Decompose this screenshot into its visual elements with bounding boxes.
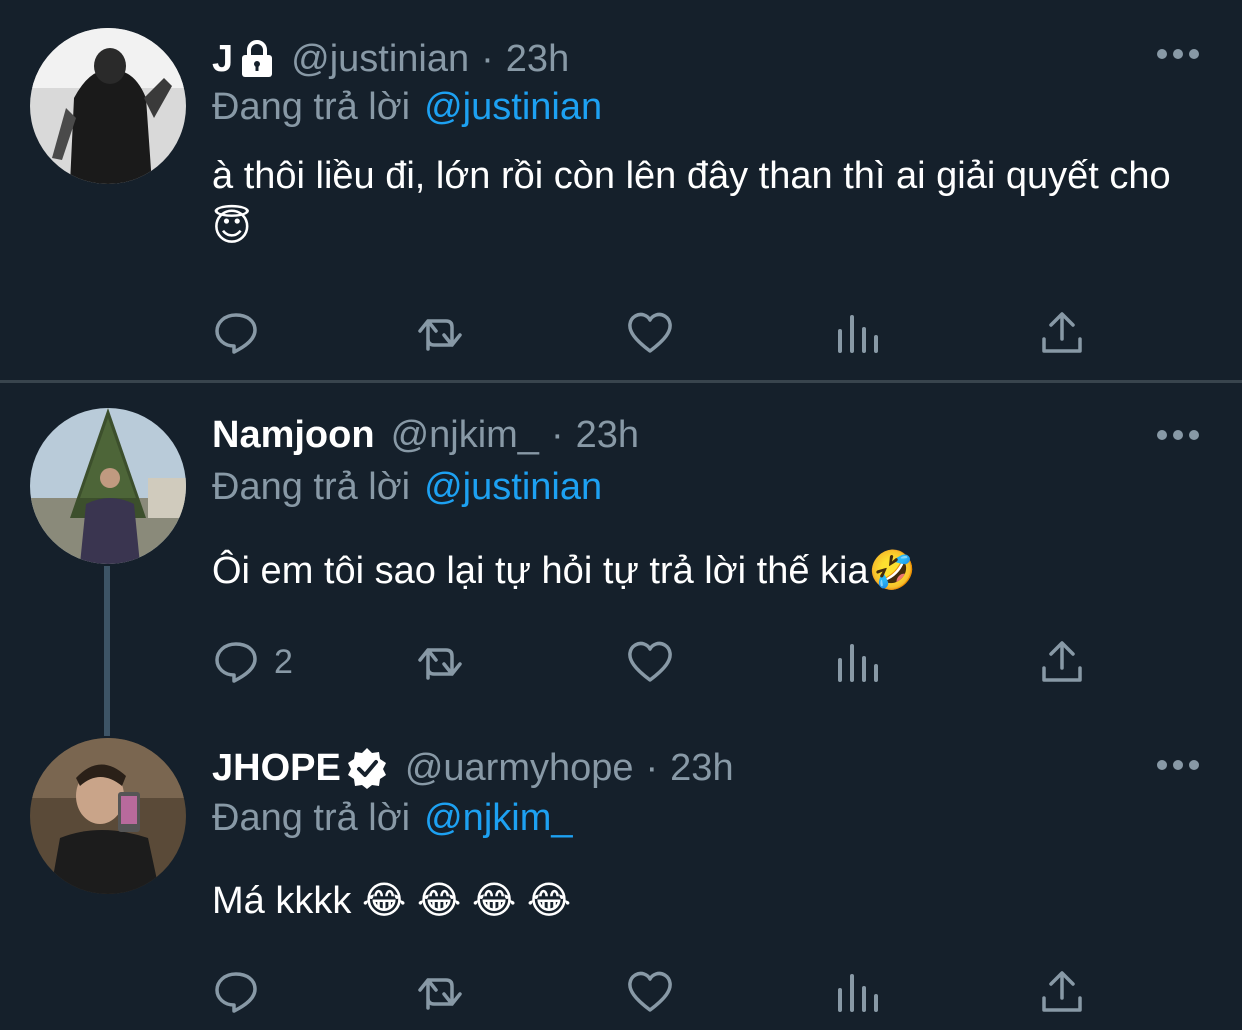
replying-to: Đang trả lời @njkim_ — [212, 795, 573, 841]
reply-mention[interactable]: @justinian — [424, 86, 602, 128]
reply-button[interactable]: 2 — [212, 637, 293, 687]
tweet-njkim[interactable]: Namjoon @njkim_ · 23h Đang trả lời @justi… — [0, 383, 1242, 736]
like-icon — [628, 641, 672, 682]
reply-icon — [215, 313, 257, 354]
like-button[interactable] — [626, 967, 674, 1017]
analytics-icon — [838, 644, 878, 682]
timestamp[interactable]: 23h — [670, 745, 733, 791]
like-icon — [628, 312, 672, 353]
tweet-text: Má kkkk 😂 😂 😂 😂 — [212, 880, 572, 922]
timestamp[interactable]: 23h — [506, 36, 569, 82]
reply-count: 2 — [274, 642, 293, 681]
replying-label: Đang trả lời — [212, 797, 411, 839]
analytics-icon — [838, 315, 878, 353]
analytics-button[interactable] — [834, 967, 882, 1017]
like-icon — [628, 971, 672, 1012]
like-button[interactable] — [626, 637, 674, 687]
retweet-button[interactable] — [416, 637, 464, 687]
tweet-feed: J @justinian · 23h Đang trả lời @justinia… — [0, 0, 1242, 1030]
share-icon — [1042, 312, 1082, 353]
replying-label: Đang trả lời — [212, 466, 411, 508]
share-button[interactable] — [1038, 308, 1086, 358]
like-button[interactable] — [626, 308, 674, 358]
replying-to: Đang trả lời @justinian — [212, 84, 602, 130]
avatar[interactable] — [30, 408, 186, 564]
analytics-button[interactable] — [834, 637, 882, 687]
retweet-icon — [418, 319, 462, 351]
action-bar: 2 — [212, 637, 1092, 687]
reply-button[interactable] — [212, 308, 274, 358]
avatar[interactable] — [30, 738, 186, 894]
reply-icon — [215, 642, 257, 683]
display-name[interactable]: JHOPE — [212, 745, 341, 791]
share-icon — [1042, 971, 1082, 1012]
lock-icon — [239, 39, 275, 79]
share-icon — [1042, 641, 1082, 682]
tweet-text: à thôi liều đi, lớn rồi còn lên đây than… — [212, 155, 1171, 249]
retweet-button[interactable] — [416, 308, 464, 358]
avatar[interactable] — [30, 28, 186, 184]
replying-label: Đang trả lời — [212, 86, 411, 128]
analytics-icon — [838, 974, 878, 1012]
user-handle[interactable]: @justinian — [291, 36, 469, 82]
timestamp[interactable]: 23h — [576, 412, 639, 458]
tweet-justinian[interactable]: J @justinian · 23h Đang trả lời @justinia… — [0, 0, 1242, 380]
tweet-text: Ôi em tôi sao lại tự hỏi tự trả lời thế … — [212, 550, 916, 592]
share-button[interactable] — [1038, 637, 1086, 687]
share-button[interactable] — [1038, 967, 1086, 1017]
thread-line — [104, 566, 110, 736]
separator-dot: · — [481, 38, 494, 80]
tweet-uarmyhope[interactable]: JHOPE @uarmyhope · 23h Đang trả lời @njki… — [0, 713, 1242, 1030]
user-handle[interactable]: @uarmyhope — [405, 745, 634, 791]
display-name[interactable]: Namjoon — [212, 412, 375, 458]
replying-to: Đang trả lời @justinian — [212, 464, 602, 510]
retweet-button[interactable] — [416, 967, 464, 1017]
retweet-icon — [418, 978, 462, 1010]
separator-dot: · — [645, 747, 659, 789]
verified-badge-icon — [345, 746, 389, 790]
user-handle[interactable]: @njkim_ — [391, 412, 539, 458]
separator-dot: · — [550, 414, 564, 456]
analytics-button[interactable] — [834, 308, 882, 358]
display-name[interactable]: J — [212, 36, 233, 82]
reply-mention[interactable]: @justinian — [424, 466, 602, 508]
more-icon[interactable] — [1156, 755, 1200, 775]
reply-icon — [215, 972, 257, 1013]
action-bar — [212, 308, 1092, 358]
reply-mention[interactable]: @njkim_ — [424, 797, 572, 839]
more-icon[interactable] — [1156, 44, 1200, 64]
retweet-icon — [418, 648, 462, 680]
action-bar — [212, 967, 1092, 1017]
more-icon[interactable] — [1156, 425, 1200, 445]
reply-button[interactable] — [212, 967, 274, 1017]
